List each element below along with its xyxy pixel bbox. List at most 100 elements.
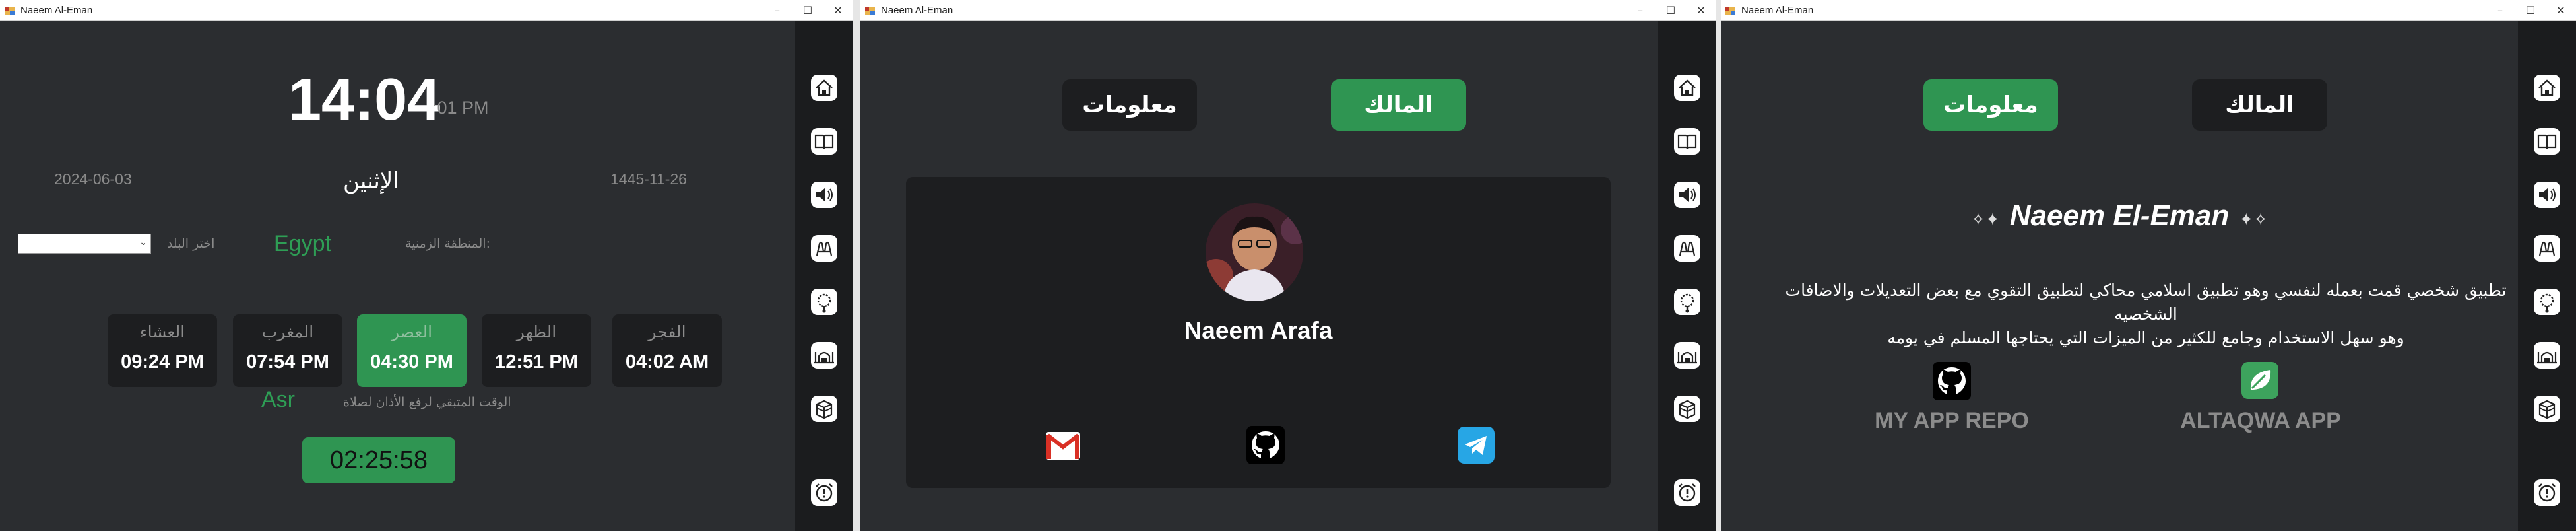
- sparkles-icon: ✧✦: [1971, 210, 2000, 230]
- window-title: Naeem Al-Eman: [881, 5, 953, 16]
- sidebar-item-quran[interactable]: [808, 125, 841, 158]
- praying-hands-icon: [811, 235, 837, 262]
- tab-info[interactable]: معلومات: [1062, 79, 1197, 131]
- book-icon: [1674, 128, 1700, 155]
- telegram-icon[interactable]: [1458, 427, 1495, 464]
- app-icon: [865, 7, 875, 15]
- prayer-time: 12:51 PM: [495, 351, 578, 372]
- sidebar: [1658, 21, 1716, 531]
- mosque-icon: [2534, 342, 2560, 369]
- my-app-repo-link[interactable]: MY APP REPO: [1852, 408, 2051, 434]
- sidebar-item-tasbeeh[interactable]: [1671, 285, 1704, 318]
- github-icon[interactable]: [1246, 426, 1285, 464]
- sparkles-icon: ✦✧: [2239, 210, 2268, 230]
- sidebar-item-home[interactable]: [2530, 71, 2563, 104]
- close-button[interactable]: ✕: [823, 0, 853, 21]
- home-icon: [1674, 75, 1700, 101]
- alarm-icon: [2534, 479, 2560, 506]
- prayer-time: 07:54 PM: [246, 351, 329, 372]
- sidebar-item-audio[interactable]: [1671, 178, 1704, 211]
- prayer-card-dhuhr: الظهر 12:51 PM: [482, 314, 591, 387]
- sidebar-item-alarm[interactable]: [2530, 476, 2563, 509]
- github-icon[interactable]: [1933, 362, 1971, 400]
- altaqwa-leaf-icon[interactable]: [2241, 362, 2278, 399]
- prayer-time: 04:30 PM: [370, 351, 453, 372]
- app-description: تطبيق شخصي قمت بعمله لنفسي وهو تطبيق اسل…: [1774, 279, 2518, 350]
- mosque-icon: [1674, 342, 1700, 369]
- day-name: الإثنين: [343, 168, 399, 194]
- maximize-button[interactable]: ☐: [1656, 0, 1686, 21]
- speaker-icon: [1674, 182, 1700, 208]
- altaqwa-app-link[interactable]: ALTAQWA APP: [2160, 408, 2362, 434]
- country-select[interactable]: ⌄: [18, 234, 151, 254]
- sidebar-item-duaa[interactable]: [1671, 232, 1704, 265]
- next-prayer-name: Asr: [261, 387, 295, 412]
- clock-seconds: :01 PM: [432, 98, 489, 118]
- sidebar-item-kaaba[interactable]: [2530, 392, 2563, 425]
- app-icon: [1725, 7, 1735, 15]
- info-main: معلومات المالك ✧✦ Naeem El-Eman ✦✧ تطبيق…: [1721, 21, 2518, 531]
- sidebar-item-mosque[interactable]: [808, 339, 841, 372]
- sidebar-item-audio[interactable]: [2530, 178, 2563, 211]
- speaker-icon: [2534, 182, 2560, 208]
- prayer-name: الفجر: [648, 322, 686, 341]
- prayer-name: العشاء: [139, 322, 185, 341]
- prayer-name: المغرب: [261, 322, 314, 341]
- sidebar: [795, 21, 853, 531]
- sidebar-item-quran[interactable]: [2530, 125, 2563, 158]
- title-bar: Naeem Al-Eman – ☐ ✕: [1721, 0, 2576, 21]
- sidebar-item-mosque[interactable]: [1671, 339, 1704, 372]
- sidebar: [2518, 21, 2576, 531]
- minimize-button[interactable]: –: [762, 0, 792, 21]
- app-icon: [5, 7, 15, 15]
- kaaba-icon: [2534, 396, 2560, 422]
- book-icon: [811, 128, 837, 155]
- country-name: Egypt: [274, 231, 331, 256]
- sidebar-item-mosque[interactable]: [2530, 339, 2563, 372]
- kaaba-icon: [811, 396, 837, 422]
- prayer-card-asr: العصر 04:30 PM: [357, 314, 467, 387]
- prayer-card-isha: العشاء 09:24 PM: [108, 314, 217, 387]
- maximize-button[interactable]: ☐: [2515, 0, 2546, 21]
- chevron-down-icon: ⌄: [139, 237, 147, 248]
- window-title: Naeem Al-Eman: [1741, 5, 1814, 16]
- home-icon: [2534, 75, 2560, 101]
- sidebar-item-alarm[interactable]: [1671, 476, 1704, 509]
- minimize-button[interactable]: –: [1625, 0, 1656, 21]
- sidebar-item-home[interactable]: [808, 71, 841, 104]
- prayer-name: الظهر: [516, 322, 557, 341]
- clock-time: 14:04: [288, 67, 441, 133]
- maximize-button[interactable]: ☐: [792, 0, 823, 21]
- alarm-icon: [1674, 479, 1700, 506]
- sidebar-item-home[interactable]: [1671, 71, 1704, 104]
- home-icon: [811, 75, 837, 101]
- sidebar-item-tasbeeh[interactable]: [808, 285, 841, 318]
- tab-owner[interactable]: المالك: [2192, 79, 2327, 131]
- owner-card: Naeem Arafa: [906, 177, 1611, 488]
- sidebar-item-audio[interactable]: [808, 178, 841, 211]
- sidebar-item-duaa[interactable]: [2530, 232, 2563, 265]
- sidebar-item-duaa[interactable]: [808, 232, 841, 265]
- kaaba-icon: [1674, 396, 1700, 422]
- sidebar-item-quran[interactable]: [1671, 125, 1704, 158]
- tab-owner[interactable]: المالك: [1331, 79, 1466, 131]
- gmail-icon[interactable]: [1045, 431, 1081, 460]
- minimize-button[interactable]: –: [2485, 0, 2515, 21]
- prayer-name: العصر: [391, 322, 433, 341]
- close-button[interactable]: ✕: [1686, 0, 1716, 21]
- prayer-card-fajr: الفجر 04:02 AM: [612, 314, 722, 387]
- sidebar-item-tasbeeh[interactable]: [2530, 285, 2563, 318]
- window-owner: Naeem Al-Eman – ☐ ✕ معلومات المالك Naeem…: [860, 0, 1716, 531]
- praying-hands-icon: [2534, 235, 2560, 262]
- close-button[interactable]: ✕: [2546, 0, 2576, 21]
- book-icon: [2534, 128, 2560, 155]
- sidebar-item-kaaba[interactable]: [808, 392, 841, 425]
- mosque-icon: [811, 342, 837, 369]
- prayer-time: 04:02 AM: [625, 351, 709, 372]
- gregorian-date: 2024-06-03: [54, 170, 132, 188]
- tab-info[interactable]: معلومات: [1923, 79, 2058, 131]
- speaker-icon: [811, 182, 837, 208]
- sidebar-item-kaaba[interactable]: [1671, 392, 1704, 425]
- country-select-label: اختر البلد: [167, 236, 215, 251]
- sidebar-item-alarm[interactable]: [808, 476, 841, 509]
